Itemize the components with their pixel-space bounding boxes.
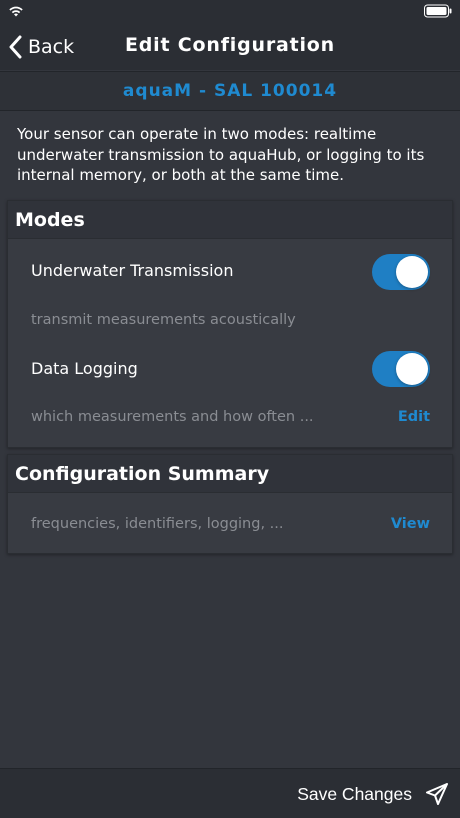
send-icon <box>426 783 448 805</box>
modes-card: Modes Underwater Transmission transmit m… <box>7 200 453 448</box>
transmission-description: transmit measurements acoustically <box>31 312 296 328</box>
transmission-toggle[interactable] <box>372 254 430 290</box>
navigation-bar: Back Edit Configuration <box>0 24 460 70</box>
wifi-icon <box>9 6 23 17</box>
logging-description[interactable]: which measurements and how often ... <box>31 409 430 425</box>
bottom-toolbar: Save Changes <box>0 768 460 818</box>
toggle-knob <box>396 256 428 288</box>
modes-title: Modes <box>15 208 85 231</box>
summary-title: Configuration Summary <box>15 462 270 485</box>
edit-logging-button[interactable]: Edit <box>398 409 430 425</box>
toggle-knob <box>396 353 428 385</box>
summary-description[interactable]: frequencies, identifiers, logging, ... <box>31 516 430 532</box>
logging-toggle[interactable] <box>372 351 430 387</box>
summary-header: Configuration Summary <box>8 455 452 493</box>
view-summary-button[interactable]: View <box>391 516 430 532</box>
save-changes-button[interactable]: Save Changes <box>297 779 448 809</box>
save-changes-label: Save Changes <box>297 783 412 804</box>
intro-description: Your sensor can operate in two modes: re… <box>17 125 425 184</box>
logging-label: Data Logging <box>31 359 138 378</box>
device-header: aquaM - SAL 100014 <box>0 71 460 111</box>
summary-card: Configuration Summary frequencies, ident… <box>7 454 453 554</box>
page-title: Edit Configuration <box>125 34 335 56</box>
battery-icon <box>424 4 452 18</box>
device-name: aquaM - SAL 100014 <box>122 81 338 101</box>
modes-header: Modes <box>8 201 452 239</box>
status-bar <box>0 0 460 24</box>
transmission-label: Underwater Transmission <box>31 261 234 280</box>
